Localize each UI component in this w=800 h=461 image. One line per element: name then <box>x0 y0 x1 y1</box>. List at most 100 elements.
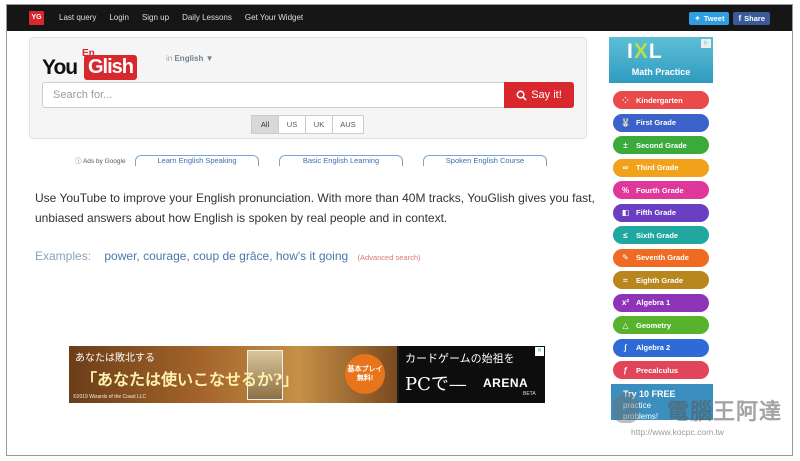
grade-button[interactable]: 🐰 First Grade <box>613 113 709 132</box>
grade-button[interactable]: ∞ Third Grade <box>613 158 709 177</box>
grade-button[interactable]: ≈ Eighth Grade <box>613 271 709 289</box>
banner-ad-cta-badge[interactable]: 基本プレイ無料! <box>345 354 385 394</box>
accent-tab-all[interactable]: All <box>251 115 279 134</box>
grade-label: First Grade <box>636 118 677 127</box>
banner-ad-copyright: ©2019 Wizards of the Coast LLC <box>73 394 147 400</box>
nav-get-widget[interactable]: Get Your Widget <box>245 5 303 31</box>
facebook-share-button[interactable]: f Share <box>733 12 770 25</box>
grade-icon: ✎ <box>622 253 629 262</box>
examples-label: Examples: <box>35 249 92 263</box>
grade-button[interactable]: ƒ Precalculus <box>613 361 709 379</box>
grade-button[interactable]: x² Algebra 1 <box>613 293 709 312</box>
yg-logo[interactable]: YG <box>29 11 44 25</box>
arena-beta-label: BETA <box>523 391 536 397</box>
grade-label: Kindergarten <box>636 95 683 105</box>
grade-button[interactable]: ✎ Seventh Grade <box>613 248 709 267</box>
grade-button[interactable]: ◧ Fifth Grade <box>613 203 709 222</box>
ad-close-icon[interactable]: ✕ <box>535 347 544 356</box>
grade-label: Fifth Grade <box>636 208 677 217</box>
grade-icon: △ <box>622 320 629 330</box>
search-icon <box>516 90 527 101</box>
nav-sign-up[interactable]: Sign up <box>142 5 169 31</box>
grade-label: Sixth Grade <box>636 230 679 240</box>
logo-you: You <box>42 56 78 79</box>
grade-label: Seventh Grade <box>636 253 689 262</box>
nav-login[interactable]: Login <box>109 5 129 31</box>
grade-label: Eighth Grade <box>636 275 684 285</box>
language-in-label: in <box>166 54 173 63</box>
grade-list: ⁘ Kindergarten 🐰 First Grade ± Second Grade ∞ T… <box>613 91 709 384</box>
watermark-name: 電腦王阿達 <box>667 399 783 424</box>
grade-icon: ≤ <box>623 230 628 240</box>
example-link-courage[interactable]: courage <box>143 249 186 263</box>
examples-row: Examples: power, courage, coup de grâce,… <box>35 249 421 263</box>
ixl-sidebar-ad[interactable]: IXL Math Practice ▷ ⁘ Kindergarten 🐰 First … <box>609 37 713 383</box>
grade-icon: ∫ <box>624 343 627 352</box>
example-link-coup-de-grace[interactable]: coup de grâce <box>193 249 269 263</box>
grade-button[interactable]: ⁘ Kindergarten <box>613 91 709 109</box>
grade-label: Geometry <box>636 320 672 330</box>
banner-ad-right-line2: PCで— <box>405 374 467 395</box>
accent-tab-aus[interactable]: AUS <box>332 115 364 134</box>
grade-label: Algebra 1 <box>636 298 671 307</box>
language-value: English <box>174 54 204 63</box>
search-input[interactable] <box>42 82 504 108</box>
banner-ad-tagline: 「あなたは使いこなせるか?」 <box>81 370 299 389</box>
grade-icon: ≈ <box>623 275 628 285</box>
nav-daily-lessons[interactable]: Daily Lessons <box>182 5 232 31</box>
ad-link-spoken-english-course[interactable]: Spoken English Course <box>423 155 547 166</box>
example-link-hows-it-going[interactable]: how's it going <box>276 249 348 263</box>
ad-link-basic-english-learning[interactable]: Basic English Learning <box>279 155 403 166</box>
banner-ad-headline: あなたは敗北する <box>75 353 155 364</box>
grade-icon: ⁘ <box>622 95 629 105</box>
ad-choices-icon[interactable]: ▷ <box>701 39 711 48</box>
grade-icon: ƒ <box>623 365 628 375</box>
top-nav-bar: YG Last query Login Sign up Daily Lesson… <box>7 5 792 31</box>
grade-button[interactable]: △ Geometry <box>613 316 709 334</box>
grade-button[interactable]: % Fourth Grade <box>613 181 709 199</box>
grade-icon: % <box>621 185 630 195</box>
grade-label: Second Grade <box>636 140 687 150</box>
browser-frame: YG Last query Login Sign up Daily Lesson… <box>6 4 793 456</box>
banner-ad-right-panel: カードゲームの始祖を PCで— ARENA BETA <box>399 346 545 403</box>
say-it-button[interactable]: Say it! <box>504 82 574 108</box>
example-link-power[interactable]: power <box>104 249 136 263</box>
google-ad-links: ⓘ Ads by Google Learn English Speaking B… <box>75 155 575 167</box>
grade-icon: x² <box>621 298 630 307</box>
accent-tab-us[interactable]: US <box>278 115 306 134</box>
arena-logo: ARENA <box>483 376 529 390</box>
share-group: ✦ Tweet f Share <box>689 12 770 25</box>
advanced-search-link[interactable]: (Advanced search) <box>358 253 421 262</box>
banner-ad-right-line1: カードゲームの始祖を <box>405 352 515 365</box>
watermark-url: http://www.kocpc.com.tw <box>631 427 725 437</box>
grade-icon: ∞ <box>622 163 629 172</box>
grade-label: Precalculus <box>636 365 679 375</box>
grade-icon: 🐰 <box>620 118 631 127</box>
ixl-logo: IXL <box>627 40 663 63</box>
grade-label: Third Grade <box>636 163 679 172</box>
banner-ad[interactable]: あなたは敗北する 「あなたは使いこなせるか?」 基本プレイ無料! ©2019 W… <box>69 346 545 403</box>
watermark-mascot-icon <box>613 393 639 423</box>
grade-label: Algebra 2 <box>636 343 671 352</box>
ad-link-learn-english-speaking[interactable]: Learn English Speaking <box>135 155 259 166</box>
accent-tab-uk[interactable]: UK <box>305 115 333 134</box>
facebook-icon: f <box>738 14 742 23</box>
ads-by-google-label[interactable]: ⓘ Ads by Google <box>75 155 126 165</box>
grade-button[interactable]: ≤ Sixth Grade <box>613 226 709 244</box>
say-it-label: Say it! <box>531 89 562 101</box>
nav-last-query[interactable]: Last query <box>59 5 96 31</box>
math-practice-label: Math Practice <box>631 67 691 77</box>
chevron-down-icon: ▼ <box>205 54 214 63</box>
share-label: Share <box>744 14 765 23</box>
language-select[interactable]: in English ▼ <box>166 54 214 63</box>
grade-label: Fourth Grade <box>636 185 684 195</box>
tweet-button[interactable]: ✦ Tweet <box>689 12 730 25</box>
grade-button[interactable]: ± Second Grade <box>613 136 709 154</box>
logo-glish: Glish <box>84 55 138 80</box>
grade-icon: ± <box>623 140 628 150</box>
search-panel: You En Glish in English ▼ Say it! All US… <box>29 37 587 139</box>
nav-links: Last query Login Sign up Daily Lessons G… <box>59 5 316 31</box>
grade-icon: ◧ <box>621 208 630 217</box>
grade-button[interactable]: ∫ Algebra 2 <box>613 338 709 357</box>
ixl-header: IXL Math Practice ▷ <box>609 37 713 83</box>
